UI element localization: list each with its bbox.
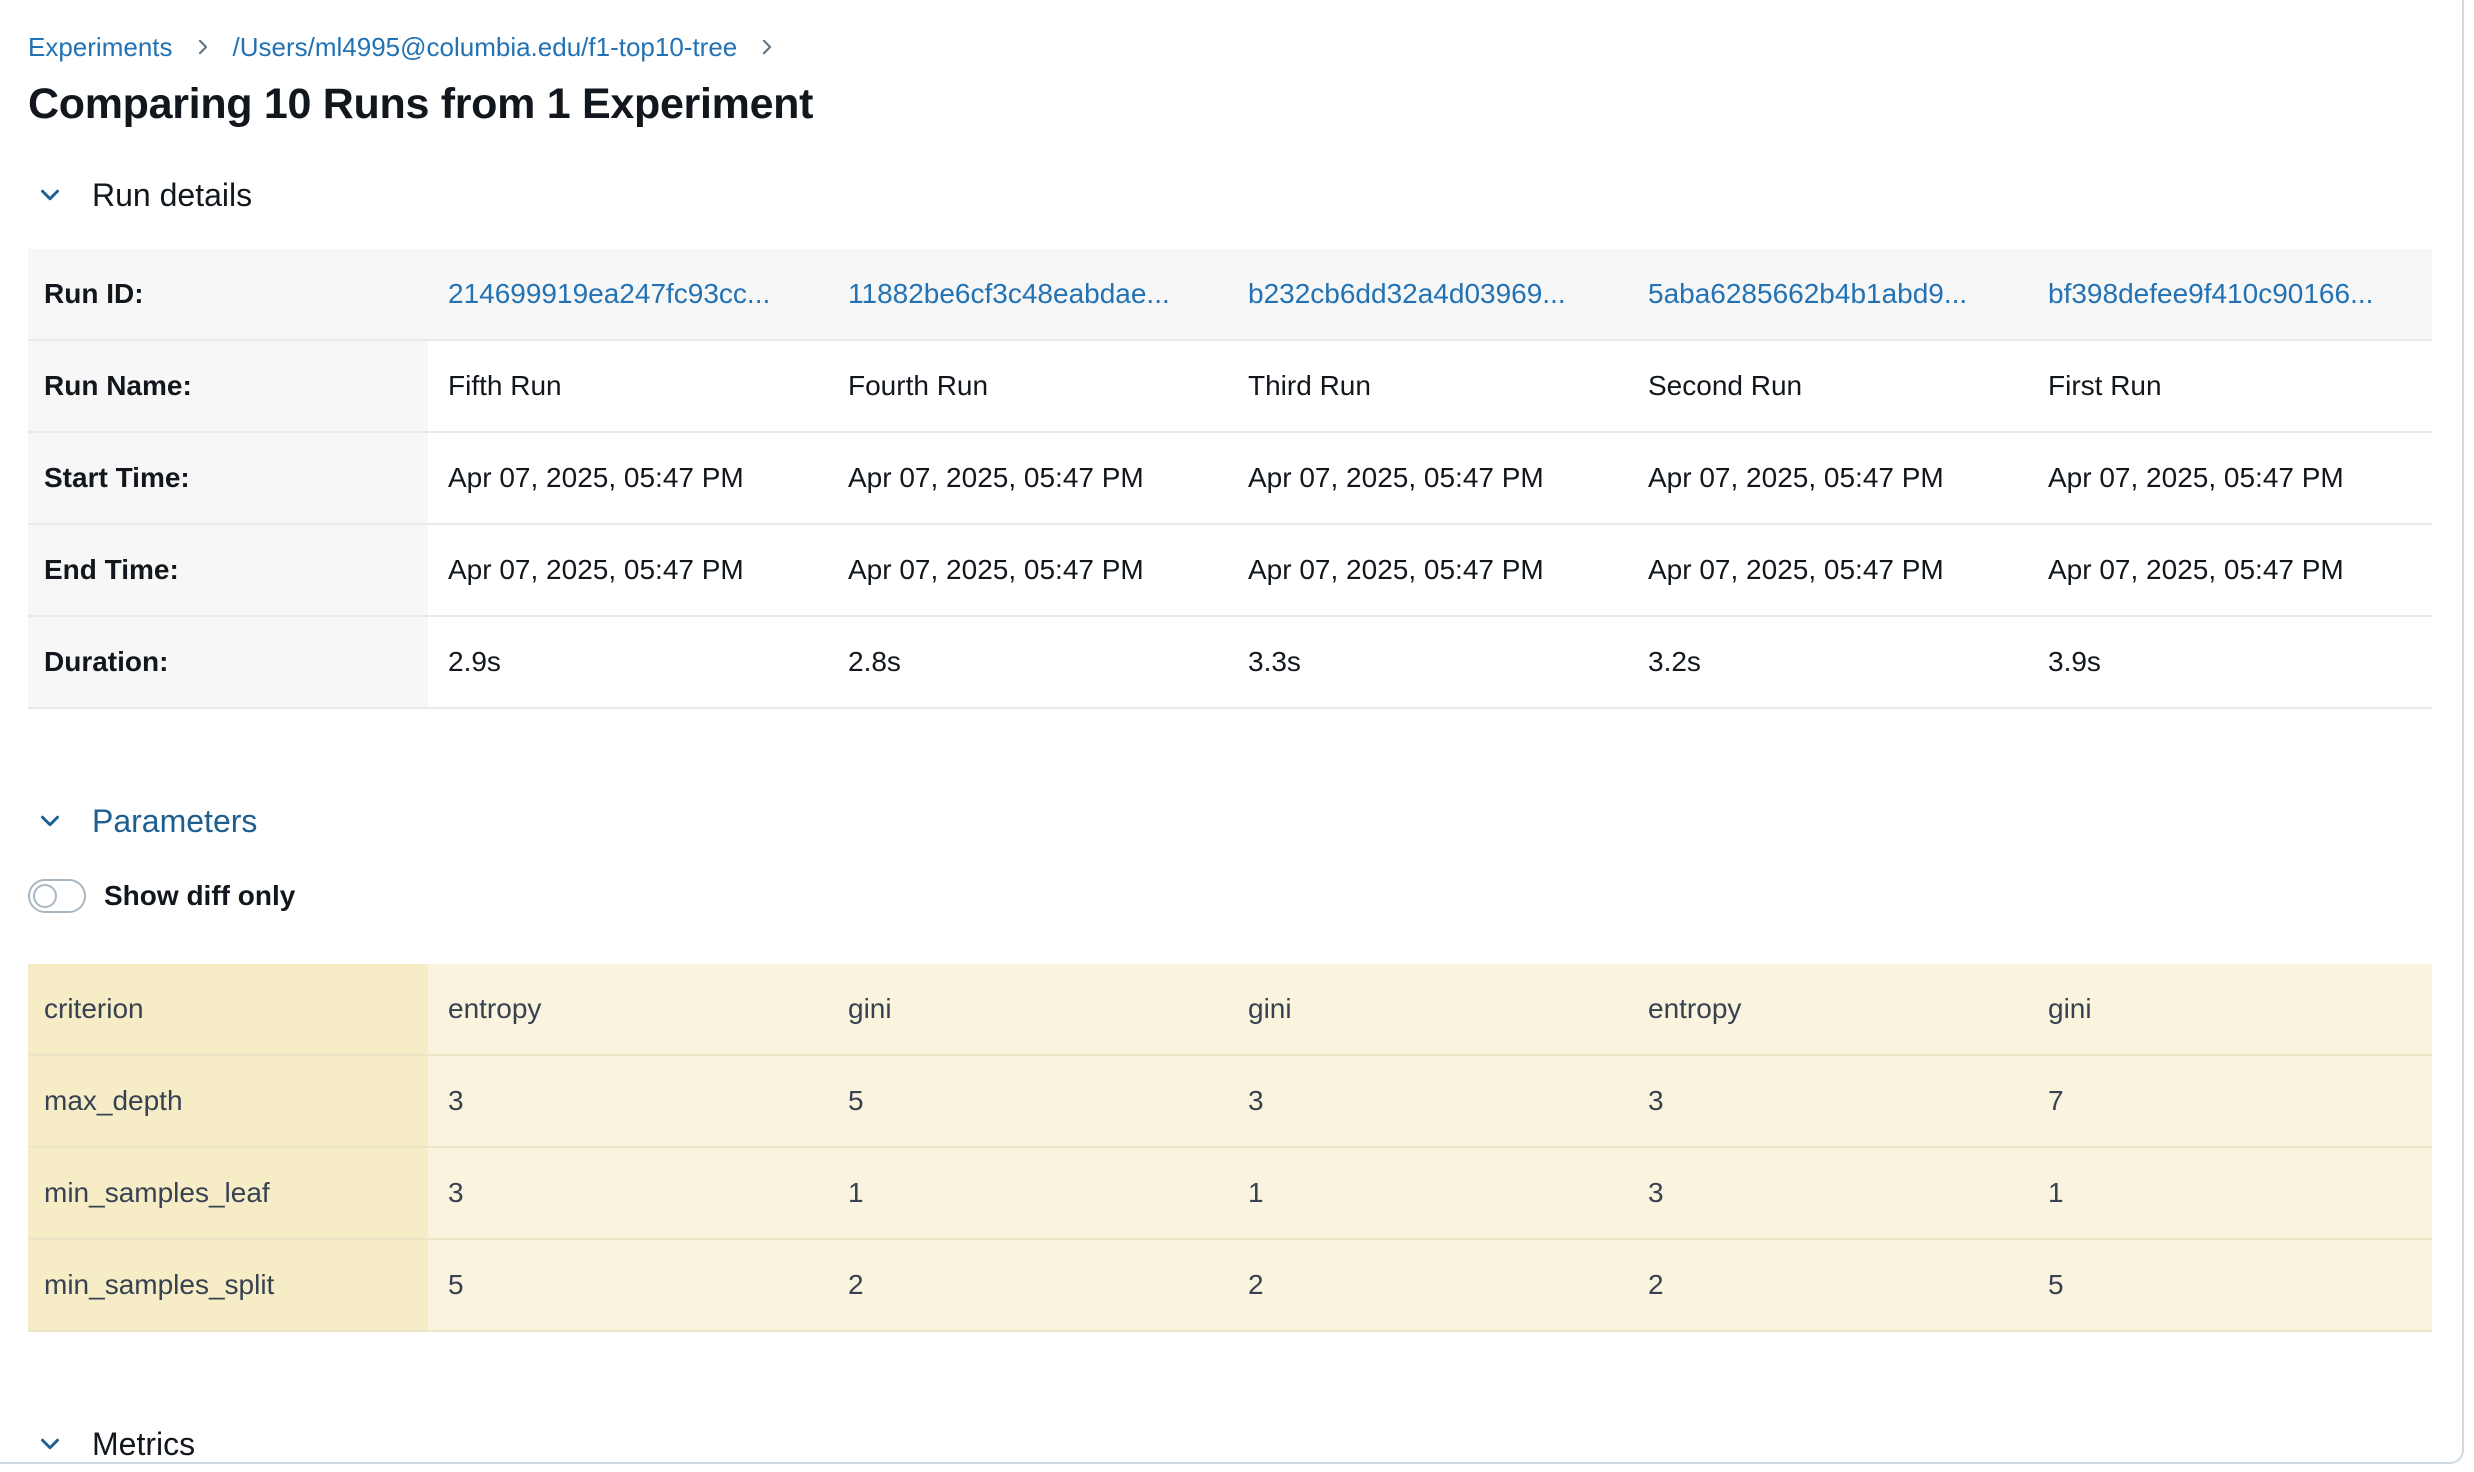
run-details-table: Run ID: 214699919ea247fc93cc... 11882be6… (28, 249, 2432, 709)
param-value: 2 (828, 1239, 1228, 1332)
breadcrumb-experiment-path-link[interactable]: /Users/ml4995@columbia.edu/f1-top10-tree (233, 32, 738, 63)
param-value: 3 (428, 1055, 828, 1148)
param-name: min_samples_split (28, 1239, 428, 1332)
switch-knob (33, 884, 57, 908)
run-name-cell: Fifth Run (428, 340, 828, 433)
table-row: End Time: Apr 07, 2025, 05:47 PM Apr 07,… (28, 524, 2432, 617)
section-parameters-toggle[interactable]: Parameters (28, 799, 257, 843)
run-id-link[interactable]: 214699919ea247fc93cc... (448, 278, 770, 309)
table-row: Run Name: Fifth Run Fourth Run Third Run… (28, 340, 2432, 433)
row-label: Run Name: (28, 340, 428, 433)
param-value: 3 (1228, 1055, 1628, 1148)
duration-cell: 3.2s (1628, 616, 2028, 709)
row-label: End Time: (28, 524, 428, 617)
row-label: Start Time: (28, 432, 428, 525)
start-time-cell: Apr 07, 2025, 05:47 PM (1228, 432, 1628, 525)
run-name-cell: Second Run (1628, 340, 2028, 433)
param-value: 2 (1628, 1239, 2028, 1332)
chevron-down-icon (28, 801, 76, 841)
run-id-link[interactable]: 5aba6285662b4b1abd9... (1648, 278, 1967, 309)
start-time-cell: Apr 07, 2025, 05:47 PM (428, 432, 828, 525)
param-value: 3 (1628, 1147, 2028, 1240)
param-value: 2 (1228, 1239, 1628, 1332)
show-diff-only-label: Show diff only (104, 880, 296, 911)
param-value: gini (2028, 964, 2432, 1056)
start-time-cell: Apr 07, 2025, 05:47 PM (2028, 432, 2432, 525)
page-title: Comparing 10 Runs from 1 Experiment (28, 80, 814, 128)
section-metrics-title: Metrics (92, 1425, 196, 1462)
breadcrumb-experiments-link[interactable]: Experiments (28, 32, 173, 63)
table-row: min_samples_leaf 3 1 1 3 1 (28, 1147, 2432, 1240)
chevron-right-icon (193, 37, 213, 57)
parameters-table: criterion entropy gini gini entropy gini… (28, 964, 2432, 1332)
duration-cell: 3.3s (1228, 616, 1628, 709)
table-row: min_samples_split 5 2 2 2 5 (28, 1239, 2432, 1332)
param-value: 1 (1228, 1147, 1628, 1240)
param-value: 1 (2028, 1147, 2432, 1240)
start-time-cell: Apr 07, 2025, 05:47 PM (828, 432, 1228, 525)
param-value: 5 (428, 1239, 828, 1332)
show-diff-only-row: Show diff only (28, 876, 295, 916)
table-row: Start Time: Apr 07, 2025, 05:47 PM Apr 0… (28, 432, 2432, 525)
table-row: max_depth 3 5 3 3 7 (28, 1055, 2432, 1148)
show-diff-only-switch[interactable] (28, 879, 86, 913)
run-id-link[interactable]: 11882be6cf3c48eabdae... (848, 278, 1170, 309)
param-name: min_samples_leaf (28, 1147, 428, 1240)
param-value: entropy (1628, 964, 2028, 1056)
duration-cell: 2.8s (828, 616, 1228, 709)
param-value: 7 (2028, 1055, 2432, 1148)
breadcrumb: Experiments /Users/ml4995@columbia.edu/f… (28, 30, 797, 64)
param-value: 5 (2028, 1239, 2432, 1332)
run-name-cell: First Run (2028, 340, 2432, 433)
run-name-cell: Third Run (1228, 340, 1628, 433)
param-value: 5 (828, 1055, 1228, 1148)
param-name: max_depth (28, 1055, 428, 1148)
param-value: gini (828, 964, 1228, 1056)
param-name: criterion (28, 964, 428, 1056)
compare-runs-page: Experiments /Users/ml4995@columbia.edu/f… (0, 0, 2464, 1464)
duration-cell: 2.9s (428, 616, 828, 709)
section-parameters-title: Parameters (92, 802, 258, 839)
start-time-cell: Apr 07, 2025, 05:47 PM (1628, 432, 2028, 525)
end-time-cell: Apr 07, 2025, 05:47 PM (1628, 524, 2028, 617)
end-time-cell: Apr 07, 2025, 05:47 PM (1228, 524, 1628, 617)
param-value: gini (1228, 964, 1628, 1056)
duration-cell: 3.9s (2028, 616, 2432, 709)
run-id-link[interactable]: bf398defee9f410c90166... (2048, 278, 2373, 309)
end-time-cell: Apr 07, 2025, 05:47 PM (828, 524, 1228, 617)
param-value: 1 (828, 1147, 1228, 1240)
param-value: 3 (428, 1147, 828, 1240)
run-id-link[interactable]: b232cb6dd32a4d03969... (1248, 278, 1566, 309)
chevron-right-icon (757, 37, 777, 57)
run-name-cell: Fourth Run (828, 340, 1228, 433)
row-label: Run ID: (28, 249, 428, 341)
param-value: 3 (1628, 1055, 2028, 1148)
table-row: Run ID: 214699919ea247fc93cc... 11882be6… (28, 249, 2432, 341)
end-time-cell: Apr 07, 2025, 05:47 PM (2028, 524, 2432, 617)
table-row: criterion entropy gini gini entropy gini (28, 964, 2432, 1056)
chevron-down-icon (28, 175, 76, 215)
param-value: entropy (428, 964, 828, 1056)
table-row: Duration: 2.9s 2.8s 3.3s 3.2s 3.9s (28, 616, 2432, 709)
row-label: Duration: (28, 616, 428, 709)
chevron-down-icon (28, 1424, 76, 1462)
section-metrics-toggle[interactable]: Metrics (28, 1422, 196, 1462)
section-run-details-toggle[interactable]: Run details (28, 173, 252, 217)
end-time-cell: Apr 07, 2025, 05:47 PM (428, 524, 828, 617)
section-run-details-title: Run details (92, 176, 253, 213)
